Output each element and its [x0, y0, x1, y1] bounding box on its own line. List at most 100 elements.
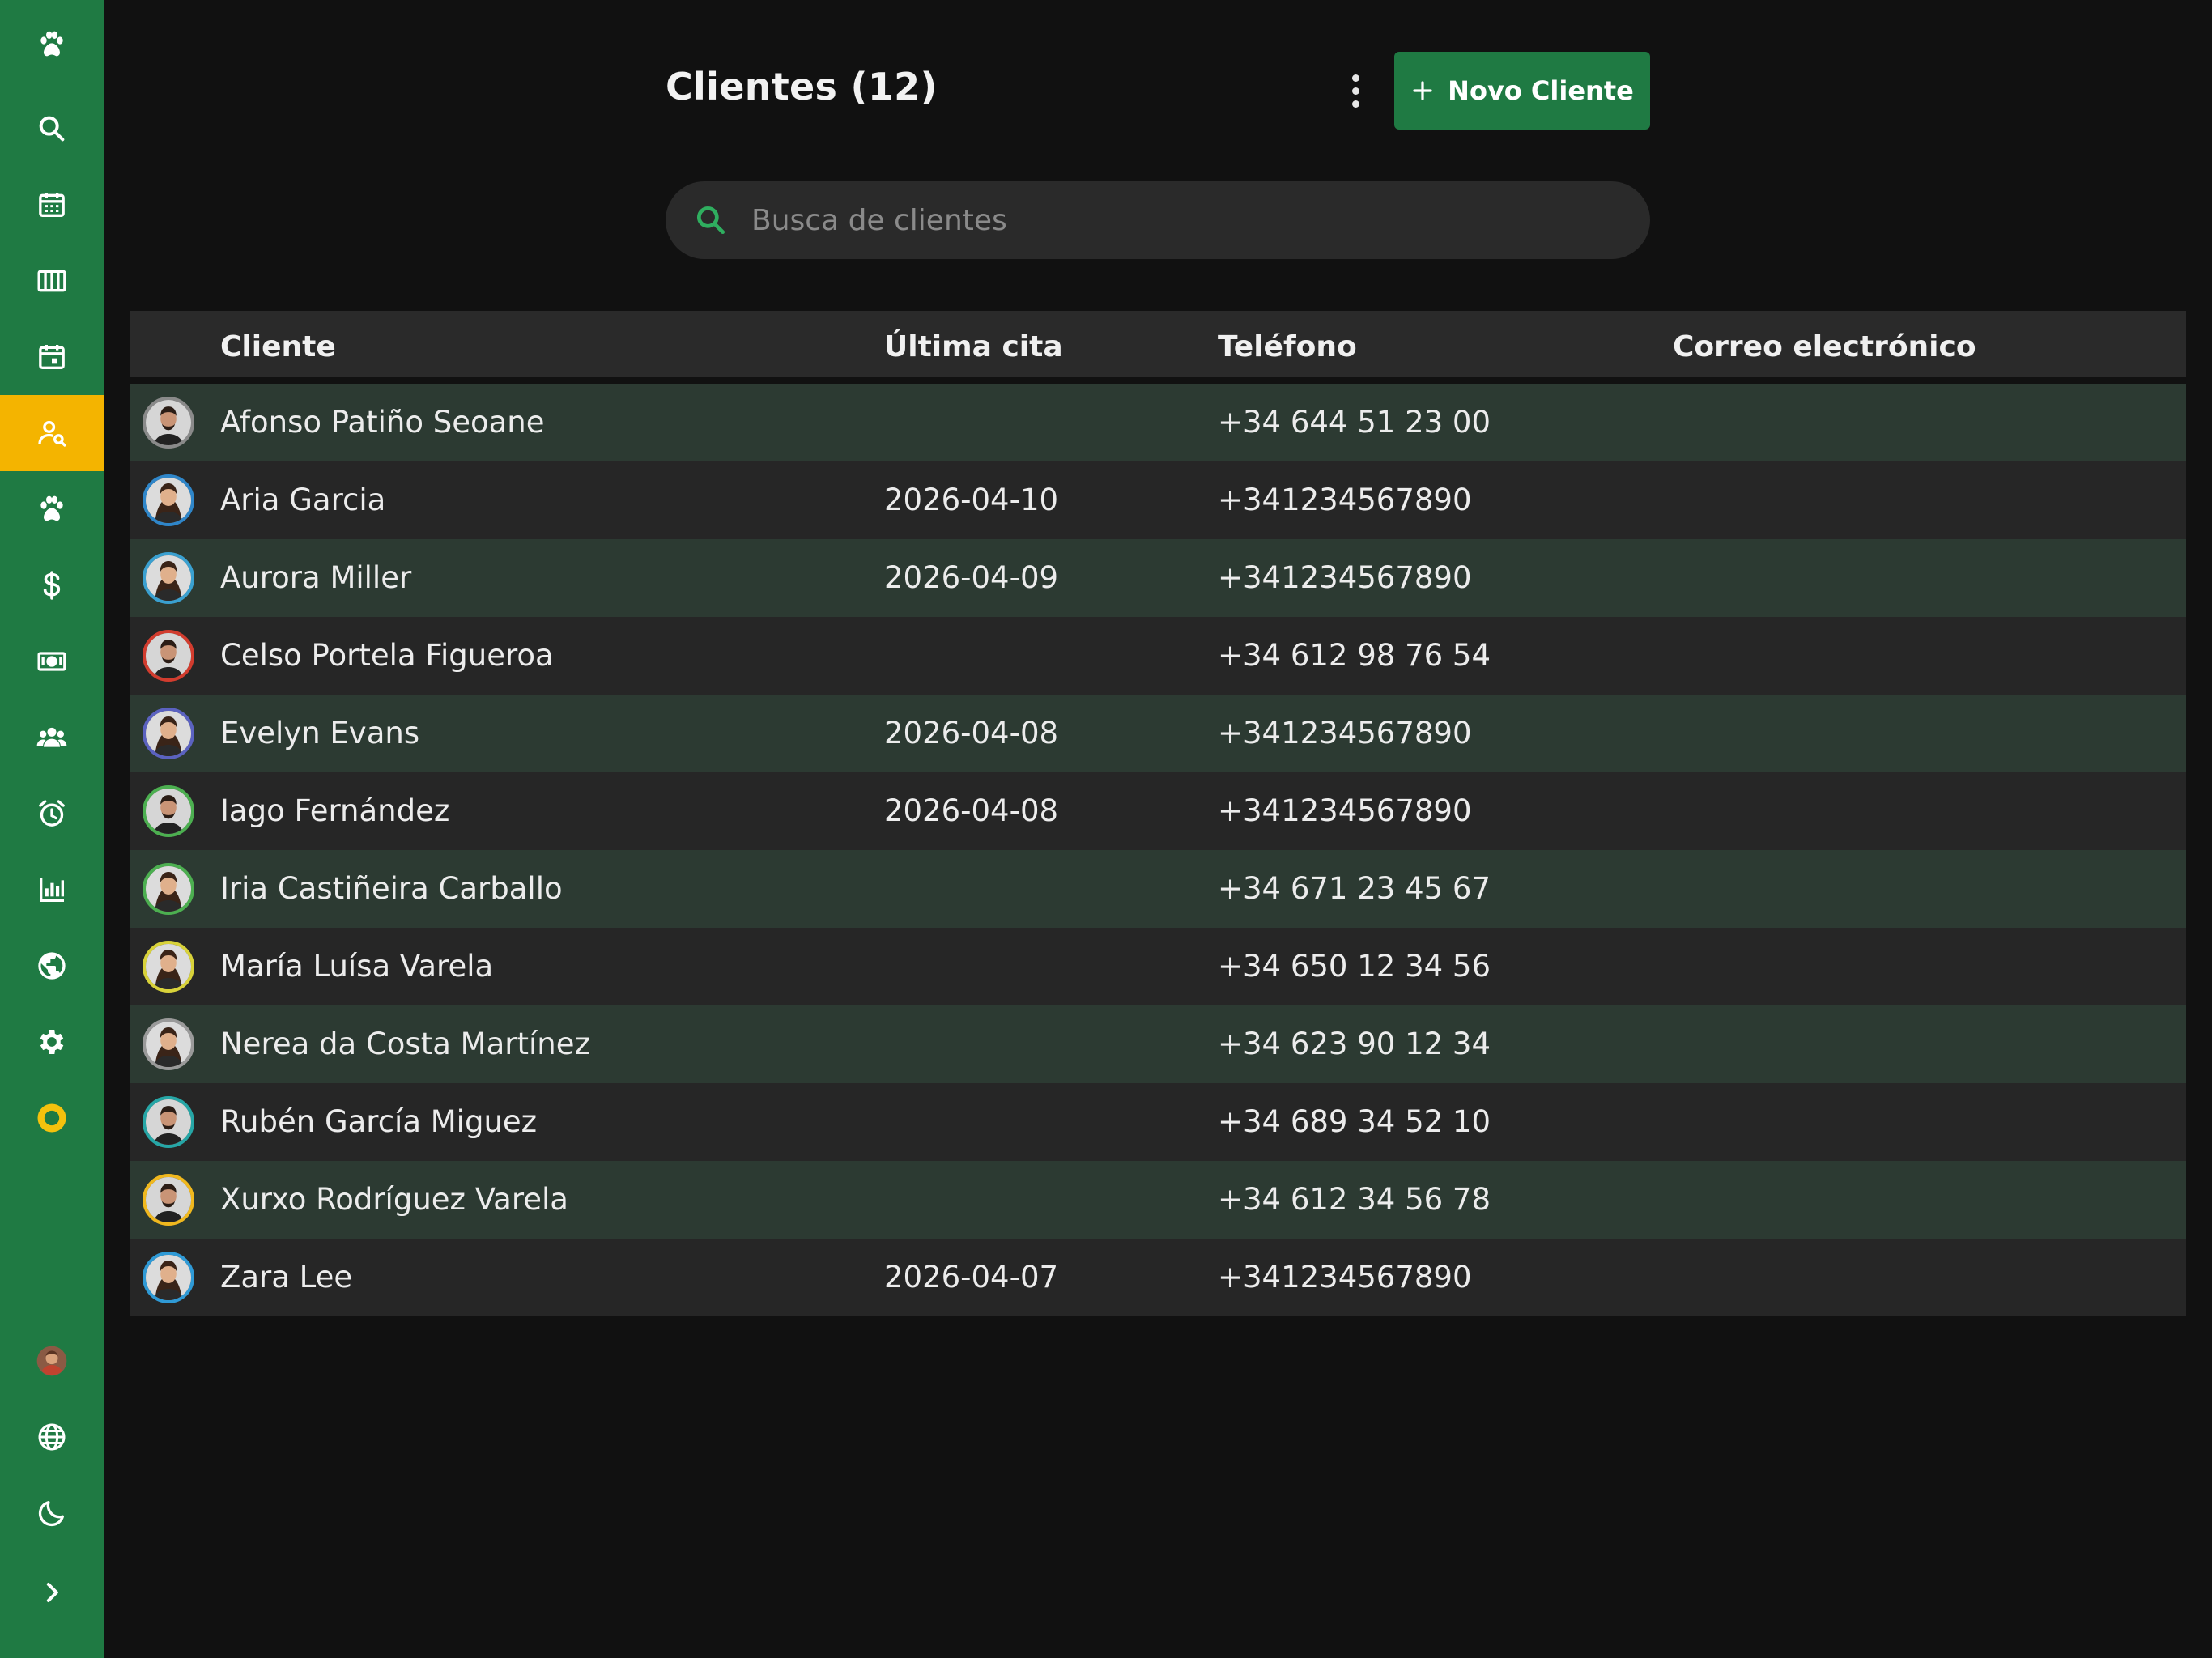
sidebar-item-calendar[interactable]: [0, 167, 104, 243]
sidebar-item-home[interactable]: [0, 6, 104, 83]
new-client-button[interactable]: Novo Cliente: [1394, 52, 1650, 130]
table-row[interactable]: Zara Lee 2026-04-07 +341234567890: [130, 1239, 2186, 1316]
sidebar-item-search[interactable]: [0, 91, 104, 167]
sidebar-profile[interactable]: [0, 1323, 104, 1399]
plus-icon: [1413, 81, 1432, 100]
users-icon: [36, 727, 67, 747]
client-avatar: [143, 1096, 194, 1148]
alarm-icon: [39, 800, 65, 827]
columns-icon: [37, 270, 66, 292]
column-header-last-appointment[interactable]: Última cita: [884, 311, 1063, 384]
table-row[interactable]: Nerea da Costa Martínez +34 623 90 12 34: [130, 1005, 2186, 1083]
client-avatar: [143, 708, 194, 759]
table-row[interactable]: Iria Castiñeira Carballo +34 671 23 45 67: [130, 850, 2186, 928]
table-row[interactable]: Iago Fernández 2026-04-08 +341234567890: [130, 772, 2186, 850]
table-row[interactable]: Aria Garcia 2026-04-10 +341234567890: [130, 461, 2186, 539]
app-root: Clientes (12) Novo Cliente Cliente Últim…: [0, 0, 2212, 1658]
search-icon: [39, 116, 65, 142]
last-appointment: 2026-04-08: [884, 793, 1059, 828]
sidebar-item-payments[interactable]: [0, 547, 104, 623]
sidebar-item-pets[interactable]: [0, 471, 104, 547]
ring-icon: [37, 1103, 66, 1133]
sidebar-item-cash[interactable]: [0, 623, 104, 699]
client-avatar: [143, 552, 194, 604]
sidebar-item-reminders[interactable]: [0, 776, 104, 852]
column-header-phone[interactable]: Teléfono: [1218, 311, 1357, 384]
sidebar-theme-toggle[interactable]: [0, 1475, 104, 1551]
client-phone: +34 671 23 45 67: [1218, 871, 1491, 906]
client-name: María Luísa Varela: [220, 949, 494, 984]
user-avatar-icon: [36, 1346, 67, 1376]
table-row[interactable]: Aurora Miller 2026-04-09 +341234567890: [130, 539, 2186, 617]
page-title: Clientes (12): [666, 65, 938, 108]
sidebar: [0, 0, 104, 1658]
client-avatar: [143, 1252, 194, 1303]
sidebar-language[interactable]: [0, 1399, 104, 1475]
sidebar-expand[interactable]: [0, 1554, 104, 1630]
client-phone: +34 623 90 12 34: [1218, 1027, 1491, 1061]
table-row[interactable]: Celso Portela Figueroa +34 612 98 76 54: [130, 617, 2186, 695]
column-header-client[interactable]: Cliente: [220, 311, 336, 384]
calendar-event-icon: [39, 345, 65, 369]
client-name: Iago Fernández: [220, 793, 450, 828]
client-name: Rubén García Miguez: [220, 1104, 538, 1139]
client-name: Zara Lee: [220, 1260, 353, 1295]
client-phone: +34 644 51 23 00: [1218, 405, 1491, 440]
client-phone: +34 612 98 76 54: [1218, 638, 1491, 673]
client-phone: +34 689 34 52 10: [1218, 1104, 1491, 1139]
client-name: Xurxo Rodríguez Varela: [220, 1182, 568, 1217]
more-options-button[interactable]: [1334, 70, 1376, 112]
last-appointment: 2026-04-08: [884, 716, 1059, 750]
table-row[interactable]: María Luísa Varela +34 650 12 34 56: [130, 928, 2186, 1005]
client-phone: +341234567890: [1218, 716, 1472, 750]
client-avatar: [143, 785, 194, 837]
table-row[interactable]: Afonso Patiño Seoane +34 644 51 23 00: [130, 384, 2186, 461]
client-avatar: [143, 863, 194, 915]
sidebar-item-team[interactable]: [0, 699, 104, 776]
client-name: Afonso Patiño Seoane: [220, 405, 545, 440]
client-avatar: [143, 397, 194, 449]
table-row[interactable]: Evelyn Evans 2026-04-08 +341234567890: [130, 695, 2186, 772]
client-name: Celso Portela Figueroa: [220, 638, 554, 673]
language-globe-icon: [38, 1423, 66, 1451]
client-phone: +34 650 12 34 56: [1218, 949, 1491, 984]
search-input[interactable]: [751, 203, 1650, 237]
chevron-right-icon: [46, 1583, 58, 1602]
client-avatar: [143, 941, 194, 993]
column-header-email[interactable]: Correo electrónico: [1673, 311, 1976, 384]
dollar-icon: [43, 571, 61, 600]
calendar-icon: [39, 193, 65, 217]
client-avatar: [143, 1018, 194, 1070]
sidebar-item-status[interactable]: [0, 1080, 104, 1156]
client-avatar: [143, 630, 194, 682]
client-name: Iria Castiñeira Carballo: [220, 871, 563, 906]
globe-icon: [38, 952, 66, 980]
client-phone: +341234567890: [1218, 793, 1472, 828]
table-row[interactable]: Xurxo Rodríguez Varela +34 612 34 56 78: [130, 1161, 2186, 1239]
kebab-dot: [1351, 100, 1359, 108]
client-phone: +341234567890: [1218, 483, 1472, 517]
table-body: Afonso Patiño Seoane +34 644 51 23 00 Aria…: [130, 384, 2186, 1316]
sidebar-item-reports[interactable]: [0, 852, 104, 928]
paw-icon: [40, 31, 63, 57]
moon-icon: [38, 1501, 65, 1527]
sidebar-item-clients[interactable]: [0, 395, 104, 471]
client-name: Aurora Miller: [220, 560, 412, 595]
client-avatar: [143, 474, 194, 526]
kebab-dot: [1351, 87, 1359, 95]
client-phone: +341234567890: [1218, 1260, 1472, 1295]
search-bar[interactable]: [666, 181, 1650, 259]
client-phone: +34 612 34 56 78: [1218, 1182, 1491, 1217]
sidebar-item-settings[interactable]: [0, 1004, 104, 1080]
client-name: Nerea da Costa Martínez: [220, 1027, 590, 1061]
client-name: Evelyn Evans: [220, 716, 420, 750]
table-row[interactable]: Rubén García Miguez +34 689 34 52 10: [130, 1083, 2186, 1161]
sidebar-item-board[interactable]: [0, 243, 104, 319]
last-appointment: 2026-04-09: [884, 560, 1059, 595]
client-name: Aria Garcia: [220, 483, 386, 517]
user-search-icon: [38, 421, 66, 447]
sidebar-item-appointments[interactable]: [0, 319, 104, 395]
search-icon: [696, 206, 725, 235]
sidebar-item-web[interactable]: [0, 928, 104, 1004]
client-avatar: [143, 1174, 194, 1226]
